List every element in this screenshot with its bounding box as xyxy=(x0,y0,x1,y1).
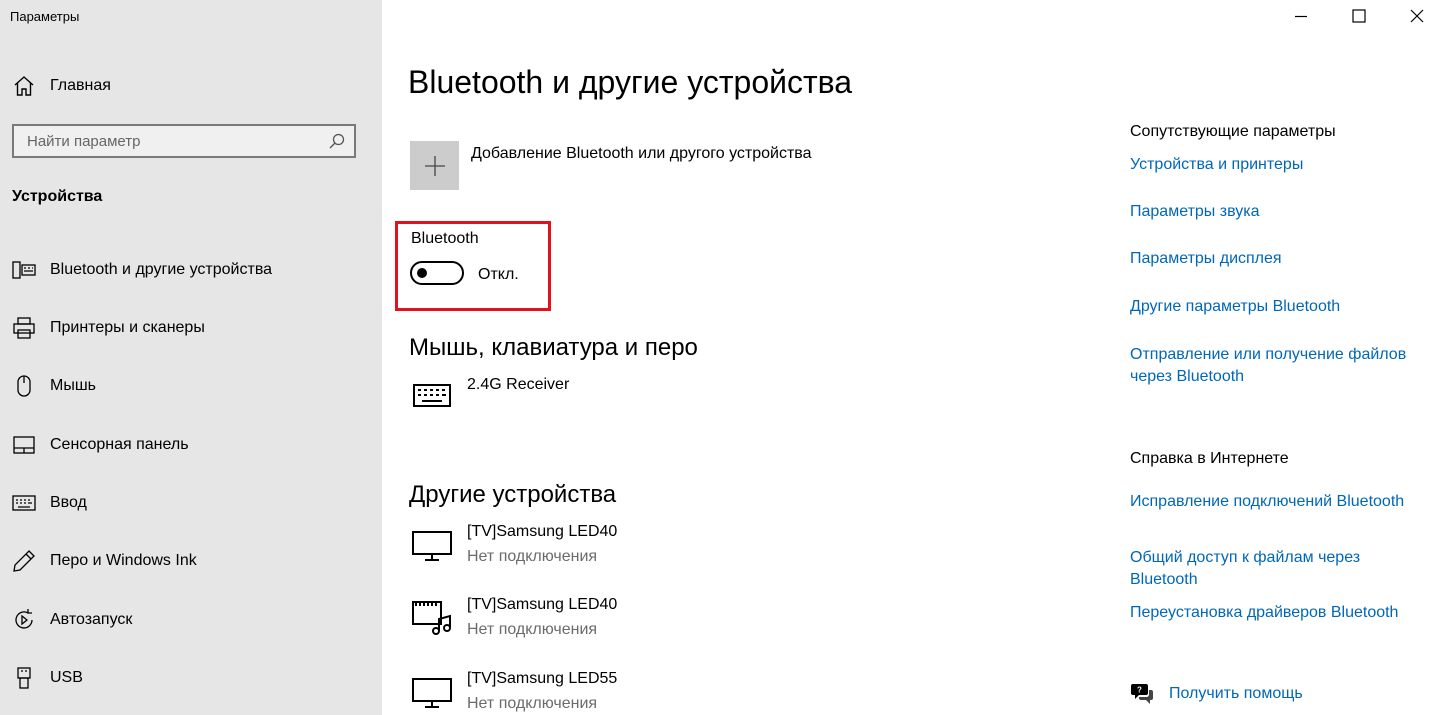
monitor-icon xyxy=(412,531,452,561)
device-item[interactable]: 2.4G Receiver xyxy=(410,375,569,419)
add-device-label[interactable]: Добавление Bluetooth или другого устройс… xyxy=(471,145,812,163)
sidebar-home[interactable]: Главная xyxy=(12,73,111,99)
settings-window: Параметры Главная Устройства Bluetooth и… xyxy=(0,0,1440,715)
maximize-button[interactable] xyxy=(1336,0,1382,32)
group-title-input-devices: Мышь, клавиатура и перо xyxy=(409,334,698,361)
sidebar-item-printers[interactable]: Принтеры и сканеры xyxy=(12,313,205,343)
device-name: [TV]Samsung LED55 xyxy=(467,670,618,687)
close-icon xyxy=(1410,9,1424,23)
home-icon xyxy=(14,76,34,96)
minimize-icon xyxy=(1295,15,1307,18)
add-device-button[interactable] xyxy=(410,141,459,190)
link-reinstall-drivers[interactable]: Переустановка драйверов Bluetooth xyxy=(1130,602,1430,624)
sidebar-item-bluetooth[interactable]: Bluetooth и другие устройства xyxy=(12,255,272,285)
link-more-bluetooth-options[interactable]: Другие параметры Bluetooth xyxy=(1130,296,1430,318)
autoplay-icon xyxy=(15,609,33,629)
app-title: Параметры xyxy=(10,9,80,24)
printer-icon xyxy=(13,317,35,339)
device-name: [TV]Samsung LED40 xyxy=(467,596,618,613)
sidebar-item-label: USB xyxy=(50,669,83,686)
sidebar-item-touchpad[interactable]: Сенсорная панель xyxy=(12,430,189,460)
sidebar-item-mouse[interactable]: Мышь xyxy=(12,371,96,401)
window-controls xyxy=(1266,0,1440,32)
plus-icon xyxy=(424,155,445,176)
device-status: Нет подключения xyxy=(467,621,598,638)
search-icon[interactable] xyxy=(328,132,346,150)
sidebar-item-autoplay[interactable]: Автозапуск xyxy=(12,605,132,635)
get-help-label: Получить помощь xyxy=(1169,685,1303,702)
link-devices-printers[interactable]: Устройства и принтеры xyxy=(1130,154,1430,176)
sidebar: Параметры Главная Устройства Bluetooth и… xyxy=(0,0,382,715)
link-display-settings[interactable]: Параметры дисплея xyxy=(1130,248,1430,270)
device-name: [TV]Samsung LED40 xyxy=(467,523,618,540)
sidebar-item-label: Автозапуск xyxy=(50,611,133,628)
sidebar-item-input[interactable]: Ввод xyxy=(12,488,87,518)
sidebar-item-pen[interactable]: Перо и Windows Ink xyxy=(12,546,197,576)
keyboard-icon xyxy=(12,495,36,511)
link-sound-settings[interactable]: Параметры звука xyxy=(1130,201,1430,223)
search-box[interactable] xyxy=(12,124,356,158)
toggle-knob xyxy=(417,268,427,278)
device-item[interactable]: [TV]Samsung LED40 Нет подключения xyxy=(410,522,617,567)
sidebar-item-label: Принтеры и сканеры xyxy=(50,319,205,336)
page-title: Bluetooth и другие устройства xyxy=(408,64,853,100)
link-send-receive-files[interactable]: Отправление или получение файлов через B… xyxy=(1130,344,1430,388)
keyboard-icon xyxy=(413,384,451,407)
usb-icon xyxy=(17,667,31,689)
touchpad-icon xyxy=(13,436,35,454)
sidebar-item-label: Сенсорная панель xyxy=(50,436,189,453)
media-device-icon xyxy=(412,601,451,635)
minimize-button[interactable] xyxy=(1278,0,1324,32)
get-help-link[interactable]: ? Получить помощь xyxy=(1130,683,1303,705)
pen-icon xyxy=(13,550,35,572)
sidebar-home-label: Главная xyxy=(50,77,111,94)
bluetooth-toggle-label: Bluetooth xyxy=(411,230,479,247)
device-item[interactable]: [TV]Samsung LED55 Нет подключения xyxy=(410,669,617,714)
device-status: Нет подключения xyxy=(467,548,598,565)
sidebar-item-label: Перо и Windows Ink xyxy=(50,552,197,569)
sidebar-item-label: Мышь xyxy=(50,377,96,394)
device-name: 2.4G Receiver xyxy=(467,376,570,393)
monitor-icon xyxy=(412,678,452,708)
close-button[interactable] xyxy=(1394,0,1440,32)
sidebar-item-usb[interactable]: USB xyxy=(12,663,83,693)
sidebar-item-label: Bluetooth и другие устройства xyxy=(50,261,273,278)
bluetooth-toggle[interactable] xyxy=(410,261,464,285)
link-share-files-bluetooth[interactable]: Общий доступ к файлам через Bluetooth xyxy=(1130,547,1430,591)
device-status: Нет подключения xyxy=(467,695,598,712)
related-settings-heading: Сопутствующие параметры xyxy=(1130,123,1336,140)
mouse-icon xyxy=(17,375,31,397)
web-help-heading: Справка в Интернете xyxy=(1130,450,1289,467)
sidebar-section-title: Устройства xyxy=(12,188,103,205)
link-fix-bluetooth[interactable]: Исправление подключений Bluetooth xyxy=(1130,491,1430,513)
bluetooth-toggle-state: Откл. xyxy=(478,266,519,283)
device-item[interactable]: [TV]Samsung LED40 Нет подключения xyxy=(410,595,617,640)
bluetooth-devices-icon xyxy=(12,261,36,279)
help-chat-icon: ? xyxy=(1131,684,1153,704)
group-title-other-devices: Другие устройства xyxy=(409,481,617,508)
sidebar-item-label: Ввод xyxy=(50,494,87,511)
svg-text:?: ? xyxy=(1137,686,1142,695)
maximize-icon xyxy=(1352,9,1366,23)
search-input[interactable] xyxy=(14,126,324,156)
